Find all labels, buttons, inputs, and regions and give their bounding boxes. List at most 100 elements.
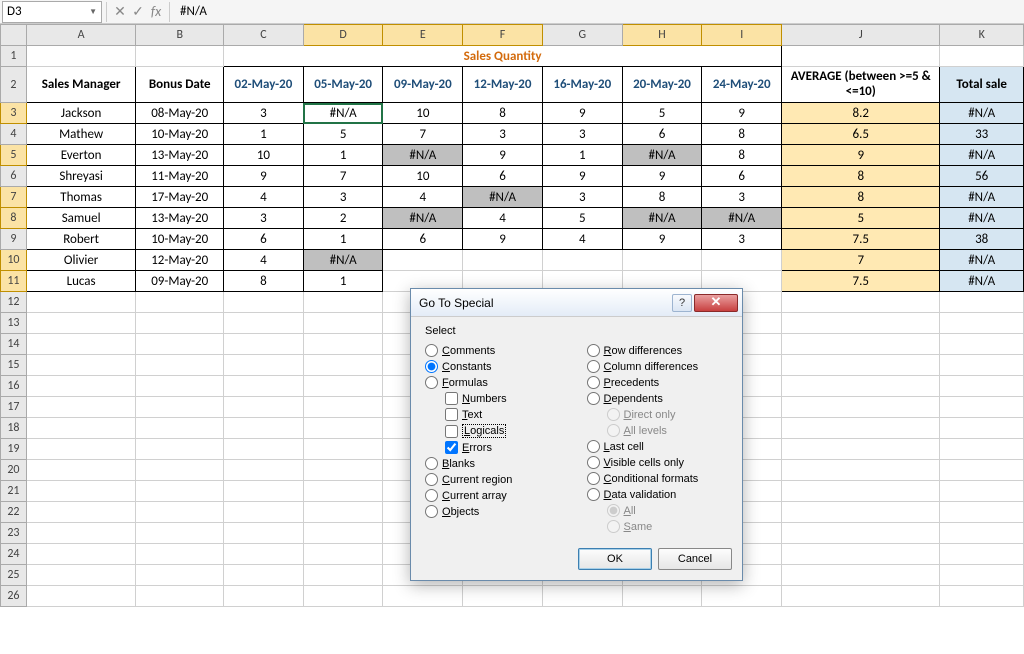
- cell[interactable]: [26, 355, 136, 376]
- option-current_region[interactable]: Current region: [425, 473, 567, 486]
- qty-cell[interactable]: 6: [702, 166, 782, 187]
- cell[interactable]: [940, 418, 1024, 439]
- qty-cell[interactable]: #N/A: [463, 187, 543, 208]
- radio-comments[interactable]: [425, 344, 438, 357]
- qty-cell[interactable]: 9: [542, 166, 622, 187]
- qty-cell[interactable]: [702, 250, 782, 271]
- row-header-12[interactable]: 12: [1, 292, 27, 313]
- cell[interactable]: [940, 502, 1024, 523]
- row-header-21[interactable]: 21: [1, 481, 27, 502]
- qty-cell[interactable]: 3: [224, 208, 304, 229]
- sales-quantity-title[interactable]: Sales Quantity: [224, 46, 782, 67]
- qty-cell[interactable]: 1: [224, 124, 304, 145]
- qty-cell[interactable]: 9: [622, 166, 702, 187]
- qty-cell[interactable]: 10: [224, 145, 304, 166]
- row-header-16[interactable]: 16: [1, 376, 27, 397]
- cell[interactable]: [702, 586, 782, 607]
- qty-cell[interactable]: 5: [622, 103, 702, 124]
- header-date-1[interactable]: 05-May-20: [303, 67, 383, 103]
- cell[interactable]: [782, 523, 940, 544]
- avg-cell[interactable]: 7: [782, 250, 940, 271]
- qty-cell[interactable]: 8: [702, 145, 782, 166]
- cell[interactable]: [782, 565, 940, 586]
- cell[interactable]: [26, 460, 136, 481]
- cell[interactable]: [303, 418, 383, 439]
- row-header-5[interactable]: 5: [1, 145, 27, 166]
- radio-constants[interactable]: [425, 360, 438, 373]
- mgr-name[interactable]: Robert: [26, 229, 136, 250]
- option-numbers[interactable]: Numbers: [445, 392, 567, 405]
- qty-cell[interactable]: 7: [303, 166, 383, 187]
- cell[interactable]: [940, 376, 1024, 397]
- cell[interactable]: [782, 292, 940, 313]
- cell[interactable]: [782, 502, 940, 523]
- cell[interactable]: [136, 565, 224, 586]
- col-header-F[interactable]: F: [463, 25, 543, 46]
- cell[interactable]: [303, 334, 383, 355]
- qty-cell[interactable]: 8: [702, 124, 782, 145]
- qty-cell[interactable]: 3: [542, 124, 622, 145]
- cell[interactable]: [136, 334, 224, 355]
- cell[interactable]: [782, 544, 940, 565]
- cell[interactable]: [782, 460, 940, 481]
- col-header-J[interactable]: J: [782, 25, 940, 46]
- cell[interactable]: [940, 292, 1024, 313]
- radio-last_cell[interactable]: [587, 440, 600, 453]
- cell[interactable]: [136, 544, 224, 565]
- option-errors[interactable]: Errors: [445, 441, 567, 454]
- cell[interactable]: [26, 544, 136, 565]
- cell[interactable]: [26, 439, 136, 460]
- accept-formula-icon[interactable]: ✓: [129, 3, 147, 20]
- mgr-name[interactable]: Everton: [26, 145, 136, 166]
- dialog-titlebar[interactable]: Go To Special ? ✕: [411, 289, 742, 317]
- cell[interactable]: [782, 481, 940, 502]
- option-text[interactable]: Text: [445, 408, 567, 421]
- bonus-date[interactable]: 11-May-20: [136, 166, 224, 187]
- qty-cell[interactable]: #N/A: [622, 145, 702, 166]
- cell[interactable]: [782, 313, 940, 334]
- qty-cell[interactable]: #N/A: [622, 208, 702, 229]
- cell[interactable]: [26, 292, 136, 313]
- bonus-date[interactable]: 10-May-20: [136, 229, 224, 250]
- option-logicals[interactable]: Logicals: [445, 424, 567, 438]
- cell[interactable]: [136, 397, 224, 418]
- bonus-date[interactable]: 10-May-20: [136, 124, 224, 145]
- row-header-24[interactable]: 24: [1, 544, 27, 565]
- cell[interactable]: [224, 565, 304, 586]
- cell[interactable]: [224, 523, 304, 544]
- qty-cell[interactable]: 3: [463, 124, 543, 145]
- qty-cell[interactable]: 9: [542, 103, 622, 124]
- qty-cell[interactable]: 9: [702, 103, 782, 124]
- total-cell[interactable]: 33: [940, 124, 1024, 145]
- mgr-name[interactable]: Mathew: [26, 124, 136, 145]
- row-header-8[interactable]: 8: [1, 208, 27, 229]
- cell[interactable]: [782, 355, 940, 376]
- total-cell[interactable]: #N/A: [940, 250, 1024, 271]
- cell[interactable]: [26, 334, 136, 355]
- cancel-button[interactable]: Cancel: [658, 548, 732, 570]
- avg-cell[interactable]: 7.5: [782, 229, 940, 250]
- close-icon[interactable]: ✕: [694, 294, 738, 312]
- row-header-23[interactable]: 23: [1, 523, 27, 544]
- option-visible[interactable]: Visible cells only: [587, 456, 729, 469]
- radio-formulas[interactable]: [425, 376, 438, 389]
- qty-cell[interactable]: 3: [303, 187, 383, 208]
- option-row_diff[interactable]: Row differences: [587, 344, 729, 357]
- row-header-22[interactable]: 22: [1, 502, 27, 523]
- option-formulas[interactable]: Formulas: [425, 376, 567, 389]
- total-cell[interactable]: #N/A: [940, 187, 1024, 208]
- mgr-name[interactable]: Samuel: [26, 208, 136, 229]
- qty-cell[interactable]: #N/A: [702, 208, 782, 229]
- qty-cell[interactable]: 1: [303, 271, 383, 292]
- checkbox-text[interactable]: [445, 408, 458, 421]
- avg-cell[interactable]: 6.5: [782, 124, 940, 145]
- cell[interactable]: [224, 481, 304, 502]
- radio-col_diff[interactable]: [587, 360, 600, 373]
- cell[interactable]: [224, 439, 304, 460]
- cell[interactable]: [940, 523, 1024, 544]
- radio-precedents[interactable]: [587, 376, 600, 389]
- cell[interactable]: [224, 313, 304, 334]
- cell[interactable]: [782, 397, 940, 418]
- radio-cond_formats[interactable]: [587, 472, 600, 485]
- bonus-date[interactable]: 17-May-20: [136, 187, 224, 208]
